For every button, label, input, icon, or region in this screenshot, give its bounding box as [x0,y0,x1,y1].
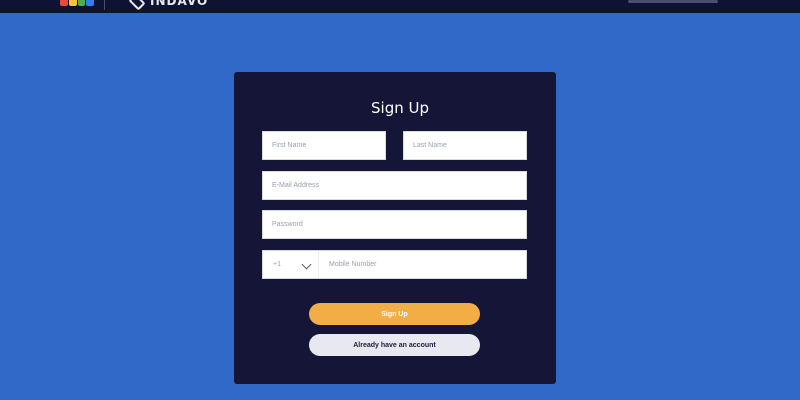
brand-mark-icon [128,0,146,11]
brand-logo[interactable] [60,0,94,6]
already-have-account-button[interactable]: Already have an account [309,334,480,356]
phone-field-group: +1 Mobile Number [262,250,527,279]
logo-red-segment [60,0,68,6]
form-title: Sign Up [371,99,429,117]
signup-button[interactable]: Sign Up [309,303,480,325]
last-name-field[interactable]: Last Name [403,131,527,160]
chevron-down-icon [301,259,312,270]
logo-yellow-segment [68,0,77,6]
brand-name[interactable]: INDAVO [150,0,208,8]
email-field[interactable]: E-Mail Address [262,171,527,200]
country-code-value: +1 [273,261,281,268]
topbar-right-link[interactable] [628,0,718,3]
mobile-number-field[interactable]: Mobile Number [319,261,376,268]
topbar-divider [104,0,105,10]
logo-blue-segment [86,0,94,6]
first-name-field[interactable]: First Name [262,131,386,160]
logo-green-segment [77,0,86,6]
top-navigation-bar: INDAVO [0,0,800,13]
country-code-select[interactable]: +1 [263,251,319,278]
password-field[interactable]: Password [262,210,527,239]
